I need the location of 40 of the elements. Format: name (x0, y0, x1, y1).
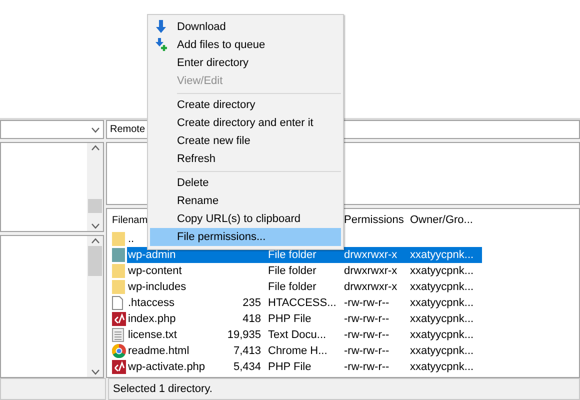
file-name: index.php (128, 313, 176, 325)
remote-site-label: Remote (110, 124, 146, 135)
file-type: PHP File (267, 361, 312, 373)
file-size: 19,935 (227, 329, 262, 341)
file-permissions: -rw-rw-r-- (343, 345, 390, 357)
file-owner: xxatyycpnk... (409, 345, 475, 357)
file-permissions: -rw-rw-r-- (343, 361, 390, 373)
file-name: wp-includes (128, 281, 186, 293)
file-owner: xxatyycpnk... (409, 297, 475, 309)
file-permissions: -rw-rw-r-- (343, 313, 390, 325)
file-type: Text Docu... (267, 329, 328, 341)
file-size: 5,434 (233, 361, 262, 373)
file-type: File folder (267, 281, 318, 293)
file-owner: xxatyycpnk... (409, 361, 475, 373)
file-type: PHP File (267, 313, 312, 325)
file-owner: xxatyycpnk... (409, 329, 475, 341)
file-size: 7,413 (233, 345, 262, 357)
file-name: .htaccess (128, 297, 174, 309)
file-name: license.txt (128, 329, 177, 341)
file-type: HTACCESS... (267, 297, 338, 309)
file-name: wp-admin (128, 249, 176, 261)
file-owner: xxatyycpnk... (409, 281, 475, 293)
file-owner: xxatyycpnk... (409, 249, 475, 261)
file-permissions: -rw-rw-r-- (343, 329, 390, 341)
file-type: File folder (267, 249, 318, 261)
file-type: File folder (267, 265, 318, 277)
file-size: 418 (242, 313, 262, 325)
status-text: Selected 1 directory. (108, 378, 580, 400)
file-owner: xxatyycpnk... (409, 265, 475, 277)
file-size: 235 (242, 297, 262, 309)
file-permissions: drwxrwxr-x (343, 249, 398, 261)
file-name: readme.html (128, 345, 190, 357)
file-permissions: drwxrwxr-x (343, 265, 398, 277)
file-type: Chrome H... (267, 345, 328, 357)
file-name: .. (128, 233, 134, 245)
file-permissions: -rw-rw-r-- (343, 297, 390, 309)
file-permissions: drwxrwxr-x (343, 281, 398, 293)
file-name: wp-content (128, 265, 182, 277)
file-name: wp-activate.php (128, 361, 206, 373)
file-owner: xxatyycpnk... (409, 313, 475, 325)
